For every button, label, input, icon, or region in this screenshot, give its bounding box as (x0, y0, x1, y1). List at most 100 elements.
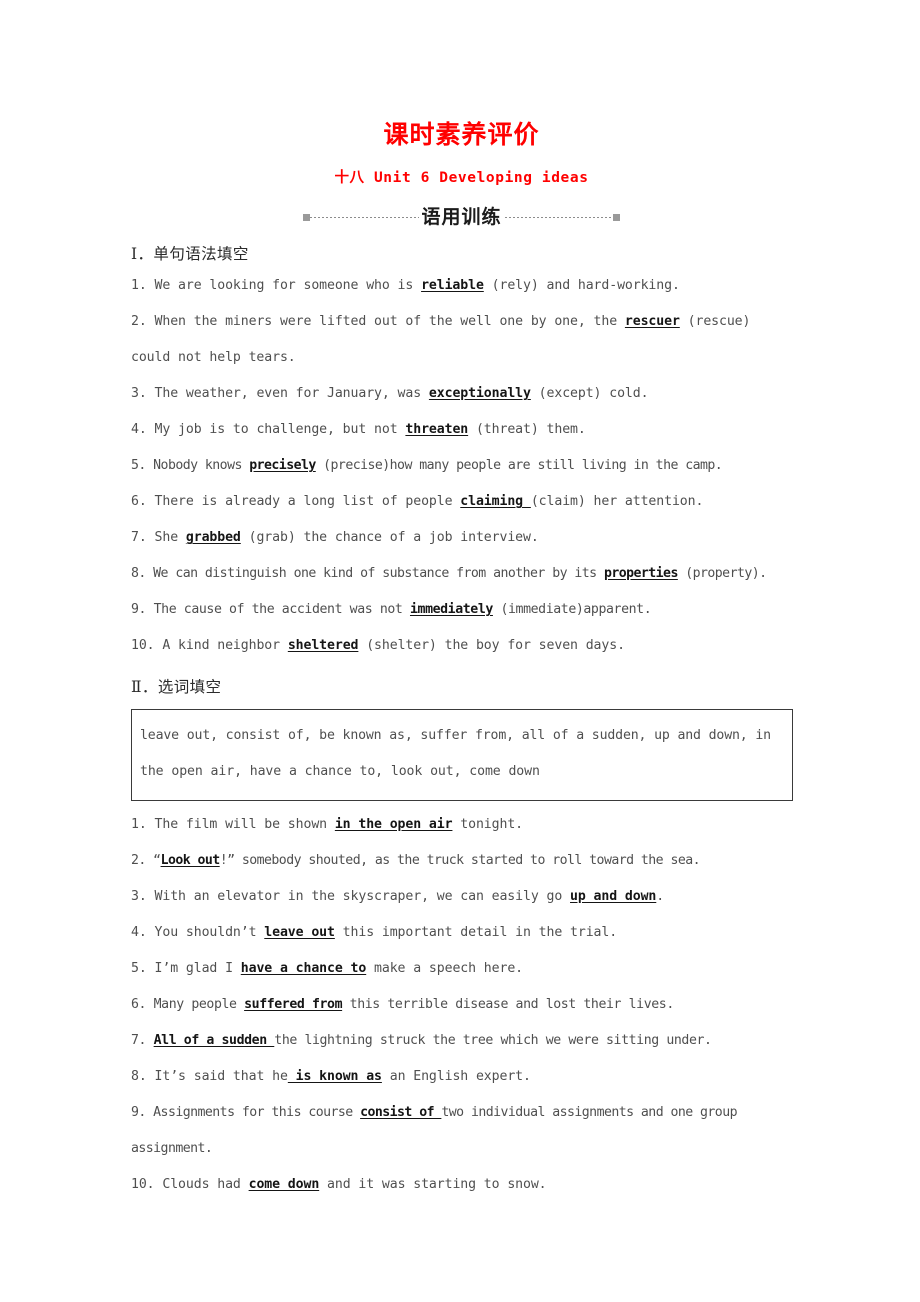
question-text-after: this important detail in the trial. (334, 925, 618, 940)
answer-blank: rescuer (624, 314, 680, 329)
question-text-before: We can distinguish one kind of substance… (145, 566, 604, 581)
answer-blank: threaten (405, 422, 469, 437)
question-text-after: (rely) and hard-working. (483, 278, 680, 293)
question-text-before: The cause of the accident was not (146, 602, 410, 617)
question-item: 3. The weather, even for January, was ex… (131, 376, 792, 412)
question-text-after: (except) cold. (530, 386, 649, 401)
question-text-after: !” somebody shouted, as the truck starte… (219, 853, 701, 868)
answer-blank: reliable (421, 278, 484, 293)
question-item: 3. With an elevator in the skyscraper, w… (131, 879, 792, 915)
answer-blank: consist of (360, 1105, 442, 1120)
answer-blank: claiming (460, 494, 531, 509)
question-text-before: “ (145, 853, 161, 868)
question-item: 9. Assignments for this course consist o… (131, 1095, 792, 1167)
question-text-before: The film will be shown (146, 817, 335, 832)
question-item: 2. When the miners were lifted out of th… (131, 304, 792, 376)
answer-blank: is known as (287, 1069, 382, 1084)
section-ribbon: 语用训练 (131, 205, 792, 229)
question-text-after: (immediate)apparent. (492, 602, 652, 617)
question-item: 9. The cause of the accident was not imm… (131, 592, 792, 628)
question-text-after: tonight. (452, 817, 523, 832)
question-text-before: With an elevator in the skyscraper, we c… (146, 889, 571, 904)
question-item: 8. We can distinguish one kind of substa… (131, 556, 792, 592)
question-item: 1. We are looking for someone who is rel… (131, 268, 792, 304)
ribbon-rule-right-icon (504, 216, 614, 218)
question-number: 8. (131, 566, 146, 581)
question-text-after: make a speech here. (366, 961, 523, 976)
question-text-after: this terrible disease and lost their liv… (342, 997, 675, 1012)
question-text-after: an English expert. (381, 1069, 531, 1084)
answer-blank: All of a sudden (153, 1033, 275, 1048)
answer-blank: come down (248, 1177, 320, 1192)
worksheet-page: 课时素养评价 十八 Unit 6 Developing ideas 语用训练 Ⅰ… (0, 0, 920, 1302)
question-number: 8. (131, 1069, 147, 1084)
question-item: 4. You shouldn’t leave out this importan… (131, 915, 792, 951)
question-number: 5. (131, 458, 146, 473)
question-text-before: Nobody knows (145, 458, 250, 473)
question-number: 9. (131, 1105, 146, 1120)
question-item: 7. All of a sudden the lightning struck … (131, 1023, 792, 1059)
question-text-after: (precise)how many people are still livin… (315, 458, 723, 473)
question-item: 8. It’s said that he is known as an Engl… (131, 1059, 792, 1095)
question-text-after: (shelter) the boy for seven days. (358, 638, 625, 653)
question-text-before: I’m glad I (146, 961, 241, 976)
question-item: 7. She grabbed (grab) the chance of a jo… (131, 520, 792, 556)
question-text-after: (property). (677, 566, 767, 581)
answer-blank: immediately (409, 602, 493, 617)
question-text-after: (grab) the chance of a job interview. (240, 530, 539, 545)
section-2-heading: Ⅱ．选词填空 (131, 679, 222, 696)
question-number: 4. (131, 422, 147, 437)
answer-blank: sheltered (287, 638, 359, 653)
page-title: 课时素养评价 (383, 120, 540, 149)
question-text-before (146, 1033, 154, 1048)
ribbon-label: 语用训练 (421, 206, 502, 228)
question-item: 10. A kind neighbor sheltered (shelter) … (131, 628, 792, 664)
question-text-before: We are looking for someone who is (146, 278, 422, 293)
ribbon-rule-left-icon (310, 216, 419, 218)
question-item: 5. I’m glad I have a chance to make a sp… (131, 951, 792, 987)
answer-blank: have a chance to (240, 961, 367, 976)
question-number: 7. (131, 1033, 147, 1048)
ribbon-cap-left-icon (303, 213, 310, 221)
answer-blank: grabbed (185, 530, 241, 545)
question-number: 1. (131, 278, 147, 293)
question-text-after: . (656, 889, 665, 904)
question-text-before: You shouldn’t (146, 925, 265, 940)
question-text-before: The weather, even for January, was (146, 386, 429, 401)
section-2-items: 1. The film will be shown in the open ai… (131, 807, 792, 1203)
answer-blank: in the open air (334, 817, 453, 832)
question-item: 10. Clouds had come down and it was star… (131, 1167, 792, 1203)
answer-blank: suffered from (244, 997, 343, 1012)
question-number: 4. (131, 925, 147, 940)
question-number: 5. (131, 961, 147, 976)
question-text-after: the lightning struck the tree which we w… (274, 1033, 712, 1048)
section-1-heading: Ⅰ．单句语法填空 (131, 246, 249, 263)
question-item: 2. “Look out!” somebody shouted, as the … (131, 843, 792, 879)
question-text-after: (threat) them. (468, 422, 586, 437)
question-number: 6. (131, 997, 147, 1012)
question-number: 10. (131, 1177, 155, 1192)
question-text-before: Clouds had (154, 1177, 249, 1192)
answer-blank: exceptionally (428, 386, 531, 401)
question-number: 2. (131, 853, 146, 868)
question-text-before: There is already a long list of people (146, 494, 461, 509)
question-number: 7. (131, 530, 147, 545)
question-item: 4. My job is to challenge, but not threa… (131, 412, 792, 448)
page-subtitle: 十八 Unit 6 Developing ideas (334, 170, 589, 186)
question-text-after: and it was starting to snow. (319, 1177, 547, 1192)
question-number: 6. (131, 494, 147, 509)
question-text-before: Many people (146, 997, 245, 1012)
question-item: 6. Many people suffered from this terrib… (131, 987, 792, 1023)
word-bank: leave out, consist of, be known as, suff… (131, 709, 793, 801)
question-item: 6. There is already a long list of peopl… (131, 484, 792, 520)
question-number: 10. (131, 638, 155, 653)
answer-blank: up and down (570, 889, 657, 904)
question-number: 3. (131, 889, 147, 904)
ribbon-cap-right-icon (613, 213, 621, 221)
answer-blank: properties (603, 566, 678, 581)
question-number: 3. (131, 386, 147, 401)
question-text-after: (claim) her attention. (530, 494, 704, 509)
question-item: 5. Nobody knows precisely (precise)how m… (131, 448, 792, 484)
question-number: 9. (131, 602, 147, 617)
question-text-before: My job is to challenge, but not (146, 422, 406, 437)
